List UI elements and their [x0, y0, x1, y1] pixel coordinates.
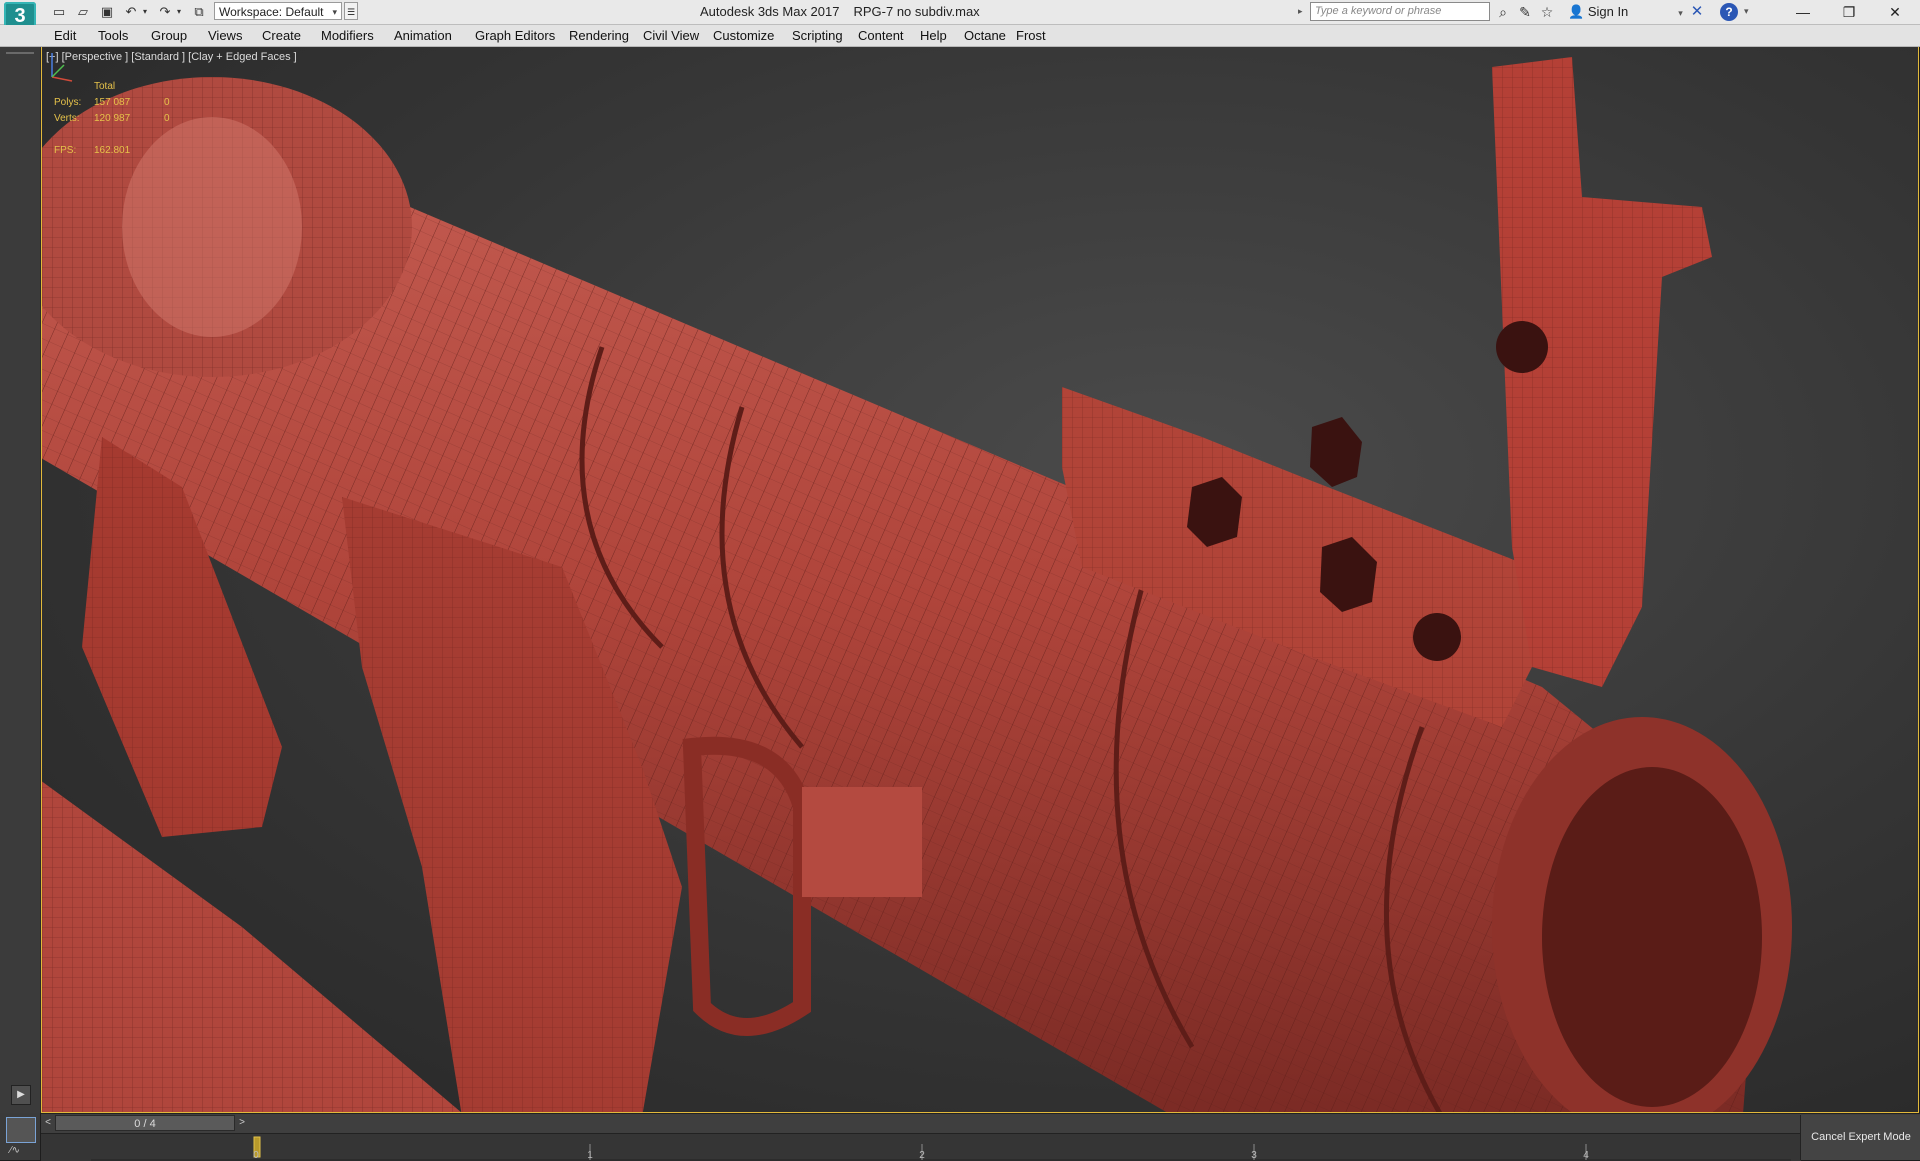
- fps-label: FPS:: [54, 145, 77, 156]
- polys-selected: 0: [164, 97, 170, 108]
- menu-frost[interactable]: Frost: [1016, 25, 1046, 46]
- save-icon[interactable]: ▣: [98, 3, 116, 21]
- perspective-viewport[interactable]: [+] [Perspective ] [Standard ] [Clay + E…: [41, 47, 1919, 1113]
- help-icon[interactable]: ?: [1720, 3, 1738, 21]
- menu-scripting[interactable]: Scripting: [792, 25, 843, 46]
- statistics-overlay: Total Polys: 157 087 0 Verts: 120 987 0 …: [54, 79, 174, 159]
- strip-divider: [6, 52, 34, 54]
- menu-group[interactable]: Group: [151, 25, 187, 46]
- search-expand-icon[interactable]: ▸: [1298, 6, 1303, 17]
- file-name: RPG-7 no subdiv.max: [853, 4, 980, 19]
- new-file-icon[interactable]: ▭: [50, 3, 68, 21]
- workspace-dropdown-label: Workspace: Default: [219, 5, 324, 19]
- polys-label: Polys:: [54, 97, 82, 108]
- app-title: Autodesk 3ds Max 2017: [700, 4, 840, 19]
- time-next-button[interactable]: >: [235, 1115, 249, 1131]
- minimize-icon[interactable]: —: [1780, 0, 1826, 24]
- tick-2: 2: [919, 1150, 925, 1161]
- communication-center-icon[interactable]: ✎: [1516, 3, 1534, 21]
- menu-bar: Edit Tools Group Views Create Modifiers …: [0, 25, 1920, 47]
- menu-rendering[interactable]: Rendering: [569, 25, 629, 46]
- undo-dropdown-icon[interactable]: ▾: [136, 3, 154, 21]
- time-prev-button[interactable]: <: [41, 1115, 55, 1131]
- project-folder-icon[interactable]: ⧉: [190, 3, 208, 21]
- menu-help[interactable]: Help: [920, 25, 947, 46]
- time-slider[interactable]: 0 / 4: [55, 1115, 235, 1131]
- sign-in-button[interactable]: 👤 Sign In ▾: [1568, 0, 1683, 24]
- favorites-star-icon[interactable]: ☆: [1538, 3, 1556, 21]
- stats-header: Total: [94, 81, 116, 92]
- polys-value: 157 087: [94, 97, 131, 108]
- title-bar: 3 ▭ ▱ ▣ ↶ ▾ ↷ ▾ ⧉ Workspace: Default ▾ ☰…: [0, 0, 1920, 34]
- curve-editor-icon[interactable]: ∕∿: [10, 1145, 20, 1156]
- play-icon[interactable]: ▶: [11, 1085, 31, 1105]
- tick-0: 0: [253, 1150, 259, 1161]
- redo-dropdown-icon[interactable]: ▾: [170, 3, 188, 21]
- front-sight: [1492, 57, 1712, 687]
- menu-civil-view[interactable]: Civil View: [643, 25, 699, 46]
- menu-tools[interactable]: Tools: [98, 25, 128, 46]
- menu-graph-editors[interactable]: Graph Editors: [475, 25, 555, 46]
- menu-create[interactable]: Create: [262, 25, 301, 46]
- fps-value: 162.801: [94, 145, 131, 156]
- tick-4: 4: [1583, 1150, 1589, 1161]
- menu-octane[interactable]: Octane: [964, 25, 1006, 46]
- verts-label: Verts:: [54, 113, 80, 124]
- tick-1: 1: [587, 1150, 593, 1161]
- mini-viewport-button[interactable]: [6, 1117, 36, 1143]
- search-input[interactable]: Type a keyword or phrase: [1310, 2, 1490, 21]
- rpg7-wireframe-model: [42, 57, 1792, 1112]
- exchange-apps-icon[interactable]: ✕: [1688, 3, 1706, 21]
- menu-edit[interactable]: Edit: [54, 25, 76, 46]
- viewport-label[interactable]: [+] [Perspective ] [Standard ] [Clay + E…: [46, 51, 297, 63]
- menu-modifiers[interactable]: Modifiers: [321, 25, 374, 46]
- cancel-expert-mode-button[interactable]: Cancel Expert Mode: [1800, 1115, 1920, 1160]
- open-folder-icon[interactable]: ▱: [74, 3, 92, 21]
- window-title: Autodesk 3ds Max 2017 RPG-7 no subdiv.max: [700, 0, 980, 24]
- mini-viewport-area: ∕∿: [0, 1113, 40, 1160]
- chevron-down-icon: ▾: [332, 7, 337, 17]
- menu-customize[interactable]: Customize: [713, 25, 774, 46]
- track-ruler: 0 1 2 3 4: [91, 1136, 1791, 1161]
- binoculars-icon[interactable]: ⌕: [1494, 3, 1512, 21]
- chevron-down-icon[interactable]: ▾: [1744, 6, 1749, 17]
- chevron-down-icon: ▾: [1678, 8, 1683, 18]
- menu-animation[interactable]: Animation: [394, 25, 452, 46]
- left-command-strip: [0, 47, 41, 1113]
- user-icon: 👤: [1568, 4, 1585, 19]
- sign-in-label: Sign In: [1587, 4, 1629, 19]
- close-icon[interactable]: ✕: [1872, 0, 1918, 24]
- restore-icon[interactable]: ❐: [1826, 0, 1872, 24]
- menu-content[interactable]: Content: [858, 25, 904, 46]
- verts-selected: 0: [164, 113, 170, 124]
- menu-views[interactable]: Views: [208, 25, 242, 46]
- workspace-menu-button[interactable]: ☰: [344, 2, 358, 20]
- track-bar[interactable]: 0 1 2 3 4: [41, 1133, 1801, 1161]
- time-slider-bar: < 0 / 4 >: [41, 1113, 1920, 1133]
- workspace-dropdown[interactable]: Workspace: Default ▾: [214, 2, 342, 20]
- verts-value: 120 987: [94, 113, 131, 124]
- tick-3: 3: [1251, 1150, 1257, 1161]
- axis-tripod-icon: [51, 53, 73, 82]
